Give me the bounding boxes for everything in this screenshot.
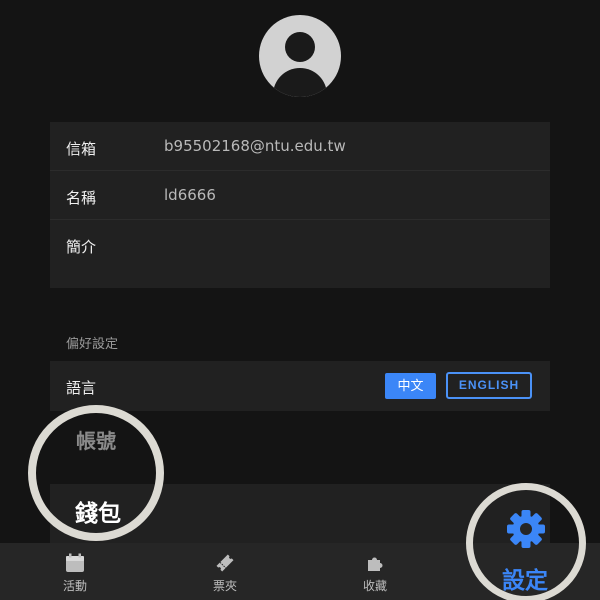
nav-activity-label: 活動 [62, 579, 87, 593]
email-label: 信箱 [66, 140, 97, 158]
avatar[interactable] [259, 15, 341, 97]
language-label: 語言 [66, 379, 97, 397]
nav-item-favorites[interactable]: 收藏 [335, 543, 415, 600]
nav-item-tickets[interactable]: 票夾 [185, 543, 265, 600]
highlight-ring [28, 405, 164, 541]
calendar-icon [66, 553, 84, 572]
nav-favorites-label: 收藏 [362, 579, 387, 593]
nav-item-activity[interactable]: 活動 [35, 543, 115, 600]
preferences-section-title: 偏好設定 [66, 337, 119, 352]
name-row[interactable]: 名稱 ld6666 [50, 171, 550, 220]
puzzle-icon [368, 557, 383, 571]
name-value[interactable]: ld6666 [164, 186, 216, 204]
language-row: 語言 中文 ENGLISH [50, 361, 550, 411]
bio-label: 簡介 [66, 238, 97, 256]
avatar-head [285, 32, 315, 62]
highlight-ring [466, 483, 586, 600]
language-english-button[interactable]: ENGLISH [446, 372, 532, 399]
nav-tickets-label: 票夾 [212, 579, 237, 593]
avatar-body [273, 68, 327, 97]
email-value: b95502168@ntu.edu.tw [164, 137, 346, 155]
language-chinese-button[interactable]: 中文 [385, 373, 436, 399]
profile-card: 信箱 b95502168@ntu.edu.tw 名稱 ld6666 簡介 [50, 122, 550, 288]
name-label: 名稱 [66, 189, 97, 207]
ticket-icon [216, 554, 234, 572]
email-row: 信箱 b95502168@ntu.edu.tw [50, 122, 550, 171]
bio-row[interactable]: 簡介 [50, 220, 550, 288]
